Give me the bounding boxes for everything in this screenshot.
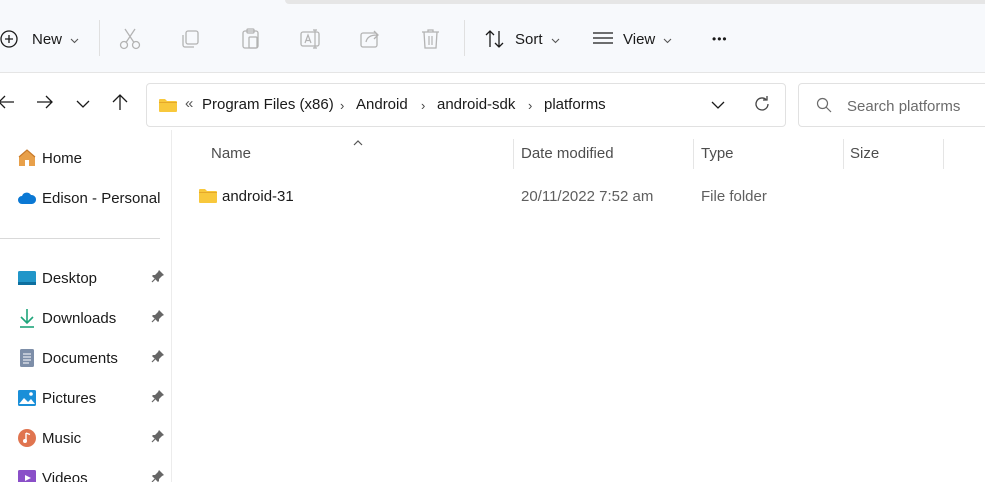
home-icon [17,148,37,168]
column-divider[interactable] [513,139,514,169]
sort-button-label: Sort [515,30,543,48]
arrow-right-icon [36,94,54,114]
sidebar-item-label: Videos [42,469,88,482]
sidebar-item-label: Desktop [42,269,98,287]
recent-locations-button[interactable] [71,92,95,116]
rename-icon [299,28,323,50]
new-button-label: New [32,30,63,48]
sidebar-item-label: Edison - Personal [42,189,161,207]
chevron-down-icon [663,31,672,48]
document-icon [17,348,37,368]
file-date-modified: 20/11/2022 7:52 am [521,188,654,205]
column-header-size[interactable]: Size [850,145,879,162]
chevron-down-icon [551,31,560,48]
plus-circle-icon [0,29,20,49]
music-icon [17,428,37,448]
share-icon [359,28,383,50]
folder-icon [198,187,218,208]
breadcrumb-overflow[interactable]: « [185,95,193,112]
file-name: android-31 [222,188,294,205]
sidebar-item-home[interactable]: Home [0,142,172,174]
back-button[interactable] [0,92,18,116]
sort-button[interactable]: Sort [484,24,560,54]
breadcrumb-android[interactable]: Android [356,96,408,113]
pin-icon[interactable] [151,389,165,407]
sidebar-item-music[interactable]: Music [0,422,172,454]
share-button[interactable] [359,24,383,54]
sidebar-item-pictures[interactable]: Pictures [0,382,172,414]
file-row[interactable]: android-31 20/11/2022 7:52 am File folde… [180,182,950,212]
breadcrumb-chevron-icon[interactable]: › [340,98,344,113]
sidebar-divider [0,238,160,239]
new-button[interactable]: New [0,24,79,54]
toolbar-divider [99,20,100,56]
view-button-label: View [623,30,656,48]
address-bar[interactable]: « Program Files (x86) › Android › androi… [146,83,786,127]
sidebar-item-downloads[interactable]: Downloads [0,302,172,334]
sidebar-item-label: Home [42,149,83,167]
sidebar-item-label: Music [42,429,82,447]
navigation-pane: Home Edison - Personal Desktop Downloads… [0,130,172,482]
breadcrumb-chevron-icon[interactable]: › [421,98,425,113]
pin-icon[interactable] [151,429,165,447]
up-button[interactable] [108,92,132,116]
search-input[interactable] [847,94,985,118]
view-button[interactable]: View [592,24,672,54]
copy-icon [179,28,201,50]
column-divider[interactable] [843,139,844,169]
column-header-type[interactable]: Type [701,145,734,162]
address-history-chevron-icon[interactable] [711,96,725,118]
paste-button[interactable] [240,24,262,54]
delete-button[interactable] [420,24,442,54]
sort-ascending-indicator-icon [352,134,364,151]
sidebar-item-videos[interactable]: Videos [0,462,172,482]
pin-icon[interactable] [151,309,165,327]
column-divider[interactable] [693,139,694,169]
sidebar-item-label: Documents [42,349,118,367]
chevron-down-icon [76,96,90,113]
tab-strip-edge [285,0,985,4]
forward-button[interactable] [33,92,57,116]
sort-arrows-icon [484,29,506,49]
scissors-icon [119,27,141,51]
download-arrow-icon [17,308,37,328]
sidebar-item-desktop[interactable]: Desktop [0,262,172,294]
sidebar-item-documents[interactable]: Documents [0,342,172,374]
breadcrumb-platforms[interactable]: platforms [544,96,606,113]
column-header-name[interactable]: Name [211,145,251,162]
file-type: File folder [701,188,767,205]
search-icon [816,97,832,117]
rename-button[interactable] [299,24,323,54]
command-bar: New Sort View ••• [0,0,985,73]
column-divider[interactable] [943,139,944,169]
see-more-button[interactable]: ••• [712,24,728,54]
breadcrumb-program-files[interactable]: Program Files (x86) [202,96,334,113]
toolbar-divider [464,20,465,56]
pin-icon[interactable] [151,349,165,367]
chevron-down-icon [70,31,79,48]
pictures-icon [17,388,37,408]
sidebar-item-onedrive[interactable]: Edison - Personal [0,182,172,214]
folder-icon [158,97,178,117]
pin-icon[interactable] [151,469,165,482]
cut-button[interactable] [119,24,141,54]
refresh-icon[interactable] [752,94,772,118]
onedrive-cloud-icon [17,188,37,208]
copy-button[interactable] [179,24,201,54]
sidebar-item-label: Pictures [42,389,97,407]
arrow-left-icon [0,94,15,114]
view-list-icon [592,30,614,48]
trash-icon [420,27,442,51]
column-header-date-modified[interactable]: Date modified [521,145,614,162]
arrow-up-icon [111,93,129,115]
sidebar-item-label: Downloads [42,309,117,327]
clipboard-icon [240,27,262,51]
search-box[interactable] [798,83,985,127]
breadcrumb-chevron-icon[interactable]: › [528,98,532,113]
videos-icon [17,468,37,482]
desktop-icon [17,268,37,288]
pin-icon[interactable] [151,269,165,287]
breadcrumb-android-sdk[interactable]: android-sdk [437,96,515,113]
more-dots-icon: ••• [712,32,728,46]
